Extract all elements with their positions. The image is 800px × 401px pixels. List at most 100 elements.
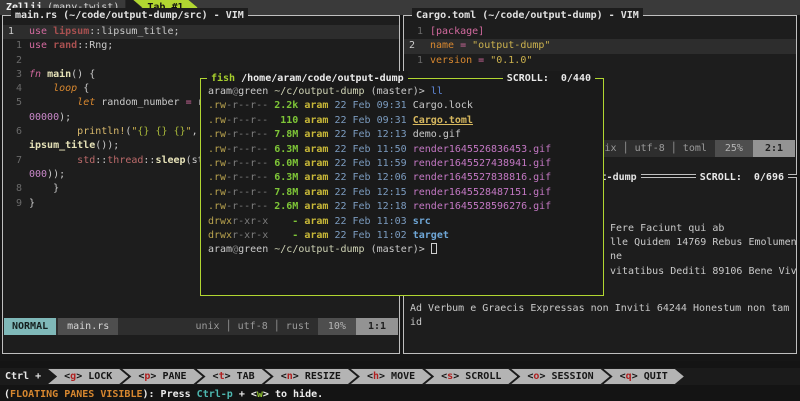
file-name: render1645526836453.gif — [413, 144, 551, 155]
terminal-fish[interactable]: aram@green ~/c/output-dump (master)> ll.… — [201, 79, 603, 258]
vim-scroll-percent: 10% — [318, 318, 356, 335]
keybind-label: SCROLL — [465, 371, 501, 382]
keybind-scroll[interactable]: <s> SCROLL — [425, 369, 517, 384]
code-text: std::thread::sleep(st — [29, 154, 204, 168]
file-name: render1645528487151.gif — [413, 187, 551, 198]
keybind-label: PANE — [162, 371, 186, 382]
code-line: 2name = "output-dump" — [404, 39, 796, 53]
code-text: ipsum_title()); — [29, 139, 119, 153]
line-number: 1 — [404, 25, 430, 39]
line-number: 4 — [3, 82, 29, 96]
file-size: 110 — [274, 114, 298, 128]
line-number: 9 — [3, 197, 29, 211]
terminal-output-fragment: Ad Verbum e Graecis Expressas non Inviti… — [410, 302, 789, 330]
line-number: 2 — [404, 39, 430, 53]
shell-prompt[interactable]: aram@green ~/c/output-dump (master)> — [208, 243, 603, 257]
keybind-tab[interactable]: <t> TAB — [197, 369, 271, 384]
code-line: 1version = "0.1.0" — [404, 54, 796, 68]
file-date: 22 Feb 11:02 — [328, 230, 412, 241]
floating-panes-hint: (FLOATING PANES VISIBLE): Press Ctrl-p +… — [0, 385, 800, 401]
keybind-label: RESIZE — [305, 371, 341, 382]
file-owner: aram — [298, 100, 328, 111]
keybind-resize[interactable]: <n> RESIZE — [265, 369, 357, 384]
file-owner: aram — [298, 129, 328, 140]
vim-filename: main.rs — [58, 318, 118, 335]
file-list-row: drwxr-xr-x - aram 22 Feb 11:03 src — [208, 215, 603, 229]
line-number: 5 — [3, 96, 29, 110]
file-date: 22 Feb 12:15 — [328, 187, 412, 198]
editor-cargo-toml[interactable]: 1[package]2name = "output-dump"1version … — [404, 16, 796, 68]
file-size: - — [274, 229, 298, 243]
file-owner: aram — [298, 172, 328, 183]
file-name: demo.gif — [413, 129, 461, 140]
line-number: 3 — [3, 68, 29, 82]
code-text: use rand::Rng; — [29, 39, 113, 53]
file-size: 6.3M — [274, 143, 298, 157]
code-text: use lipsum::lipsum_title; — [29, 25, 180, 39]
file-date: 22 Feb 11:59 — [328, 158, 412, 169]
file-name: render1645528596276.gif — [413, 201, 551, 212]
file-date: 22 Feb 09:31 — [328, 115, 412, 126]
terminal-cursor — [431, 243, 437, 254]
keybind-label: LOCK — [88, 371, 112, 382]
keybind-pane[interactable]: <p> PANE — [122, 369, 202, 384]
file-size: - — [274, 215, 298, 229]
file-size: 6.0M — [274, 157, 298, 171]
file-date: 22 Feb 11:03 — [328, 216, 412, 227]
line-number: 7 — [3, 154, 29, 168]
shell-name: fish — [211, 73, 235, 84]
keybind-label: TAB — [237, 371, 255, 382]
code-text: fn main() { — [29, 68, 95, 82]
file-list-row: .rw-r--r-- 6.3M aram 22 Feb 12:06 render… — [208, 171, 603, 185]
keybind-label: MOVE — [391, 371, 415, 382]
code-text: } — [29, 197, 35, 211]
code-text: [package] — [430, 25, 484, 39]
vim-fileinfo: unix │ utf-8 │ toml — [584, 140, 714, 157]
vim-statusline-main-rs: NORMAL main.rs unix │ utf-8 │ rust 10% 1… — [4, 318, 398, 335]
line-number: 6 — [3, 125, 29, 139]
keybind-label: SESSION — [551, 371, 593, 382]
terminal-line: Ad Verbum e Graecis Expressas non Inviti… — [410, 302, 789, 316]
keybind-label: QUIT — [644, 371, 668, 382]
terminal-output-fragment: Fere Faciunt qui ablle Quidem 14769 Rebu… — [610, 222, 797, 279]
file-list-row: .rw-r--r-- 6.0M aram 22 Feb 11:59 render… — [208, 157, 603, 171]
code-text: 00000); — [29, 111, 71, 125]
keybind-session[interactable]: <o> SESSION — [511, 369, 609, 384]
vim-mode-badge: NORMAL — [4, 318, 56, 335]
statusline-spacer — [118, 318, 187, 335]
file-name: Cargo.toml — [413, 115, 473, 126]
file-date: 22 Feb 12:06 — [328, 172, 412, 183]
line-number: 8 — [3, 182, 29, 196]
file-owner: aram — [298, 201, 328, 212]
file-list-row: .rw-r--r-- 2.6M aram 22 Feb 12:18 render… — [208, 200, 603, 214]
file-list-row: drwxr-xr-x - aram 22 Feb 11:02 target — [208, 229, 603, 243]
file-date: 22 Feb 12:13 — [328, 129, 412, 140]
vim-fileinfo: unix │ utf-8 │ rust — [187, 318, 317, 335]
keybind-lock[interactable]: <g> LOCK — [48, 369, 128, 384]
code-line: 2 — [3, 54, 399, 68]
vim-cursor-position: 1:1 — [356, 318, 398, 335]
file-owner: aram — [298, 216, 328, 227]
line-number: 2 — [3, 54, 29, 68]
file-list-row: .rw-r--r-- 6.3M aram 22 Feb 11:50 render… — [208, 143, 603, 157]
keybind-move[interactable]: <h> MOVE — [351, 369, 431, 384]
code-text: } — [29, 182, 59, 196]
floating-pane-fish[interactable]: fish /home/aram/code/output-dump SCROLL:… — [200, 78, 604, 296]
code-text: let random_number = r — [29, 96, 204, 110]
scroll-indicator: SCROLL: 0/696 — [696, 170, 788, 185]
terminal-line: id — [410, 316, 789, 330]
code-text: 000)); — [29, 168, 65, 182]
file-size: 2.6M — [274, 200, 298, 214]
vim-cursor-position: 2:1 — [753, 140, 795, 157]
terminal-line: ne — [610, 250, 797, 264]
file-date: 22 Feb 09:31 — [328, 100, 412, 111]
keybind-quit[interactable]: <q> QUIT — [604, 369, 684, 384]
file-owner: aram — [298, 187, 328, 198]
file-owner: aram — [298, 115, 328, 126]
workspace: main.rs (~/code/output-dump/src) - VIM 1… — [0, 15, 800, 361]
code-text: name = "output-dump" — [430, 39, 550, 53]
code-line: 1use rand::Rng; — [3, 39, 399, 53]
line-number: 1 — [3, 39, 29, 53]
terminal-line: Fere Faciunt qui ab — [610, 222, 797, 236]
file-list-row: .rw-r--r-- 7.8M aram 22 Feb 12:15 render… — [208, 186, 603, 200]
